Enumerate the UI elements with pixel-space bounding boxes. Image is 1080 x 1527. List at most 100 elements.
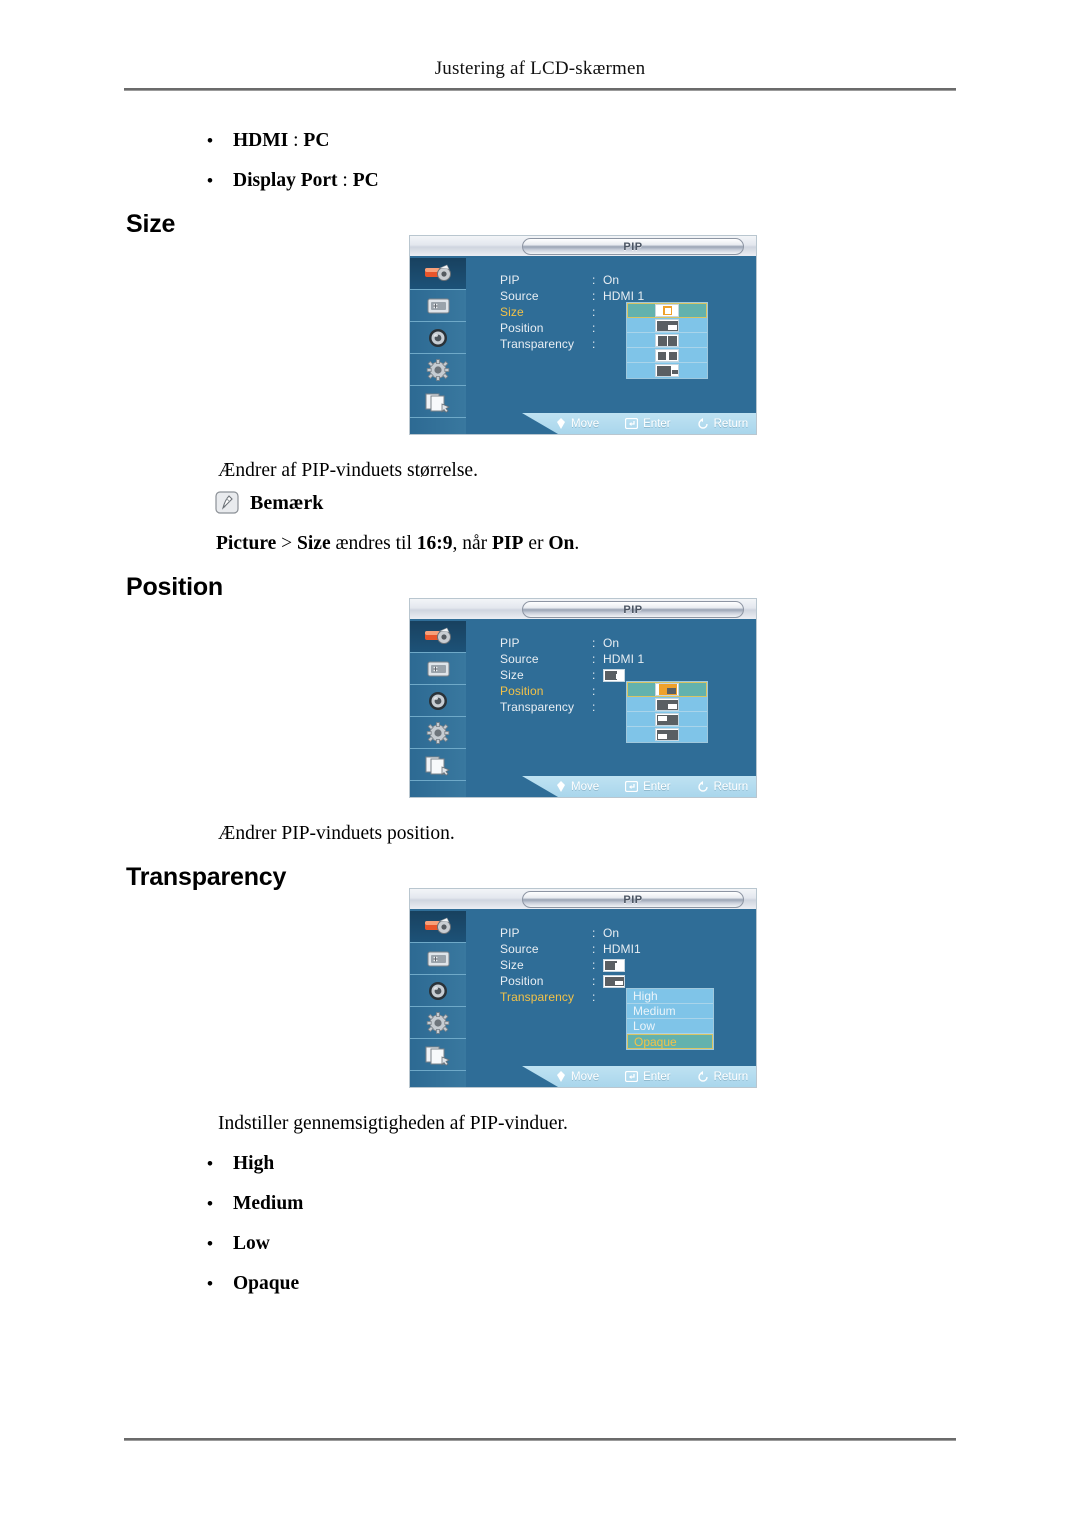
note-label: Bemærk [250, 492, 324, 514]
osd-row-colon: : [592, 958, 596, 972]
osd-sidebar-item-sound[interactable] [410, 322, 466, 354]
osd-sidebar [410, 911, 466, 1087]
osd-content: PIP : On Source : HDMI1 Size : Position … [466, 911, 756, 1087]
note-term: Size [297, 533, 331, 554]
bullet-label: High [233, 1153, 275, 1174]
osd-row-label: Size [500, 668, 524, 682]
osd-footer-label: Enter [643, 417, 671, 430]
osd-row-pip[interactable]: PIP : On [500, 635, 715, 651]
position-bottom-left-icon [655, 728, 679, 741]
osd-sidebar [410, 621, 466, 797]
osd-footer-notch [522, 1066, 558, 1087]
osd-footer-move[interactable]: Move [556, 781, 599, 793]
osd-row-pip[interactable]: PIP : On [500, 925, 715, 941]
osd-row-colon: : [592, 684, 596, 698]
osd-transparency-option-opaque[interactable]: Opaque [627, 1034, 713, 1049]
osd-sidebar-item-sound[interactable] [410, 975, 466, 1007]
osd-size-option-small[interactable] [627, 363, 707, 378]
sound-speaker-icon [425, 690, 451, 712]
osd-row-label: Transparency [500, 337, 575, 351]
osd-footer-enter[interactable]: Enter [625, 1071, 671, 1083]
move-diamond-icon [556, 418, 566, 429]
osd-transparency-option-high[interactable]: High [627, 989, 713, 1004]
osd-footer-move[interactable]: Move [556, 1071, 599, 1083]
multi-control-pip-icon [423, 754, 453, 776]
osd-position-option-bottom-left[interactable] [627, 727, 707, 742]
osd-footer: Move Enter Return [522, 413, 756, 434]
section-description-position: Ændrer PIP-vinduets position. [218, 823, 455, 844]
osd-position-option-top-left[interactable] [627, 712, 707, 727]
osd-sidebar-item-setup[interactable] [410, 717, 466, 749]
osd-sidebar-item-picture[interactable] [410, 621, 466, 653]
osd-row-position[interactable]: Position : [500, 973, 715, 989]
osd-row-source[interactable]: Source : HDMI 1 [500, 651, 715, 667]
osd-size-option-double-wide[interactable] [627, 333, 707, 348]
osd-row-label: PIP [500, 273, 520, 287]
osd-sidebar-item-display[interactable] [410, 943, 466, 975]
osd-row-pip[interactable]: PIP : On [500, 272, 715, 288]
osd-position-option-bottom-right[interactable] [627, 697, 707, 712]
note-term: Picture [216, 533, 277, 554]
enter-key-icon [625, 1071, 639, 1082]
note-value: On [548, 533, 575, 554]
osd-row-colon: : [592, 273, 596, 287]
osd-row-colon: : [592, 942, 596, 956]
note-pencil-icon [215, 491, 241, 516]
section-heading-size: Size [126, 210, 176, 238]
osd-sidebar-item-picture[interactable] [410, 911, 466, 943]
page-header-title: Justering af LCD-skærmen [434, 58, 646, 79]
osd-sidebar-item-sound[interactable] [410, 685, 466, 717]
list-item: • Opaque [207, 1273, 299, 1295]
osd-sidebar-item-setup[interactable] [410, 1007, 466, 1039]
display-monitor-icon [423, 295, 453, 317]
osd-footer: Move Enter Return [522, 1066, 756, 1087]
osd-footer-enter[interactable]: Enter [625, 418, 671, 430]
osd-row-source[interactable]: Source : HDMI1 [500, 941, 715, 957]
osd-footer-label: Enter [643, 780, 671, 793]
header-rule [124, 88, 956, 91]
osd-footer-return[interactable]: Return [697, 780, 748, 793]
osd-footer-notch [522, 776, 558, 797]
osd-transparency-option-low[interactable]: Low [627, 1019, 713, 1034]
osd-position-options [626, 681, 708, 743]
osd-sidebar-item-multi-control[interactable] [410, 386, 466, 418]
osd-sidebar-item-multi-control[interactable] [410, 1039, 466, 1071]
osd-title-pill: PIP [522, 601, 744, 618]
osd-footer-enter[interactable]: Enter [625, 781, 671, 793]
osd-row-size[interactable]: Size : [500, 957, 715, 973]
osd-sidebar-item-multi-control[interactable] [410, 749, 466, 781]
osd-row-colon: : [592, 974, 596, 988]
osd-footer-return[interactable]: Return [697, 1070, 748, 1083]
osd-size-option-medium[interactable] [627, 318, 707, 333]
osd-footer-move[interactable]: Move [556, 418, 599, 430]
size-current-value-icon [603, 958, 625, 972]
osd-size-option-double-equal[interactable] [627, 348, 707, 363]
osd-sidebar-item-display[interactable] [410, 653, 466, 685]
osd-content: PIP : On Source : HDMI 1 Size : Position… [466, 258, 756, 434]
osd-row-value: On [603, 926, 620, 940]
osd-transparency-option-medium[interactable]: Medium [627, 1004, 713, 1019]
osd-row-colon: : [592, 700, 596, 714]
return-circle-icon [697, 1070, 709, 1083]
osd-row-colon: : [592, 652, 596, 666]
note-value: 16:9 [416, 533, 453, 554]
osd-row-label: Source [500, 652, 539, 666]
picture-paint-icon [423, 626, 453, 648]
footer-rule [124, 1438, 956, 1441]
display-monitor-icon [423, 658, 453, 680]
osd-sidebar-item-setup[interactable] [410, 354, 466, 386]
bullet-label: Low [233, 1233, 270, 1254]
picture-paint-icon [423, 263, 453, 285]
osd-row-colon: : [592, 337, 596, 351]
osd-size-option-large[interactable] [627, 303, 707, 318]
osd-sidebar-item-picture[interactable] [410, 258, 466, 290]
osd-footer-return[interactable]: Return [697, 417, 748, 430]
osd-position-option-top-right[interactable] [627, 682, 707, 697]
multi-control-pip-icon [423, 391, 453, 413]
list-item: • Low [207, 1233, 270, 1255]
osd-row-label: PIP [500, 636, 520, 650]
osd-title-text: PIP [623, 603, 643, 616]
osd-footer-label: Move [571, 780, 600, 793]
osd-sidebar-item-display[interactable] [410, 290, 466, 322]
list-item: • High [207, 1153, 274, 1175]
